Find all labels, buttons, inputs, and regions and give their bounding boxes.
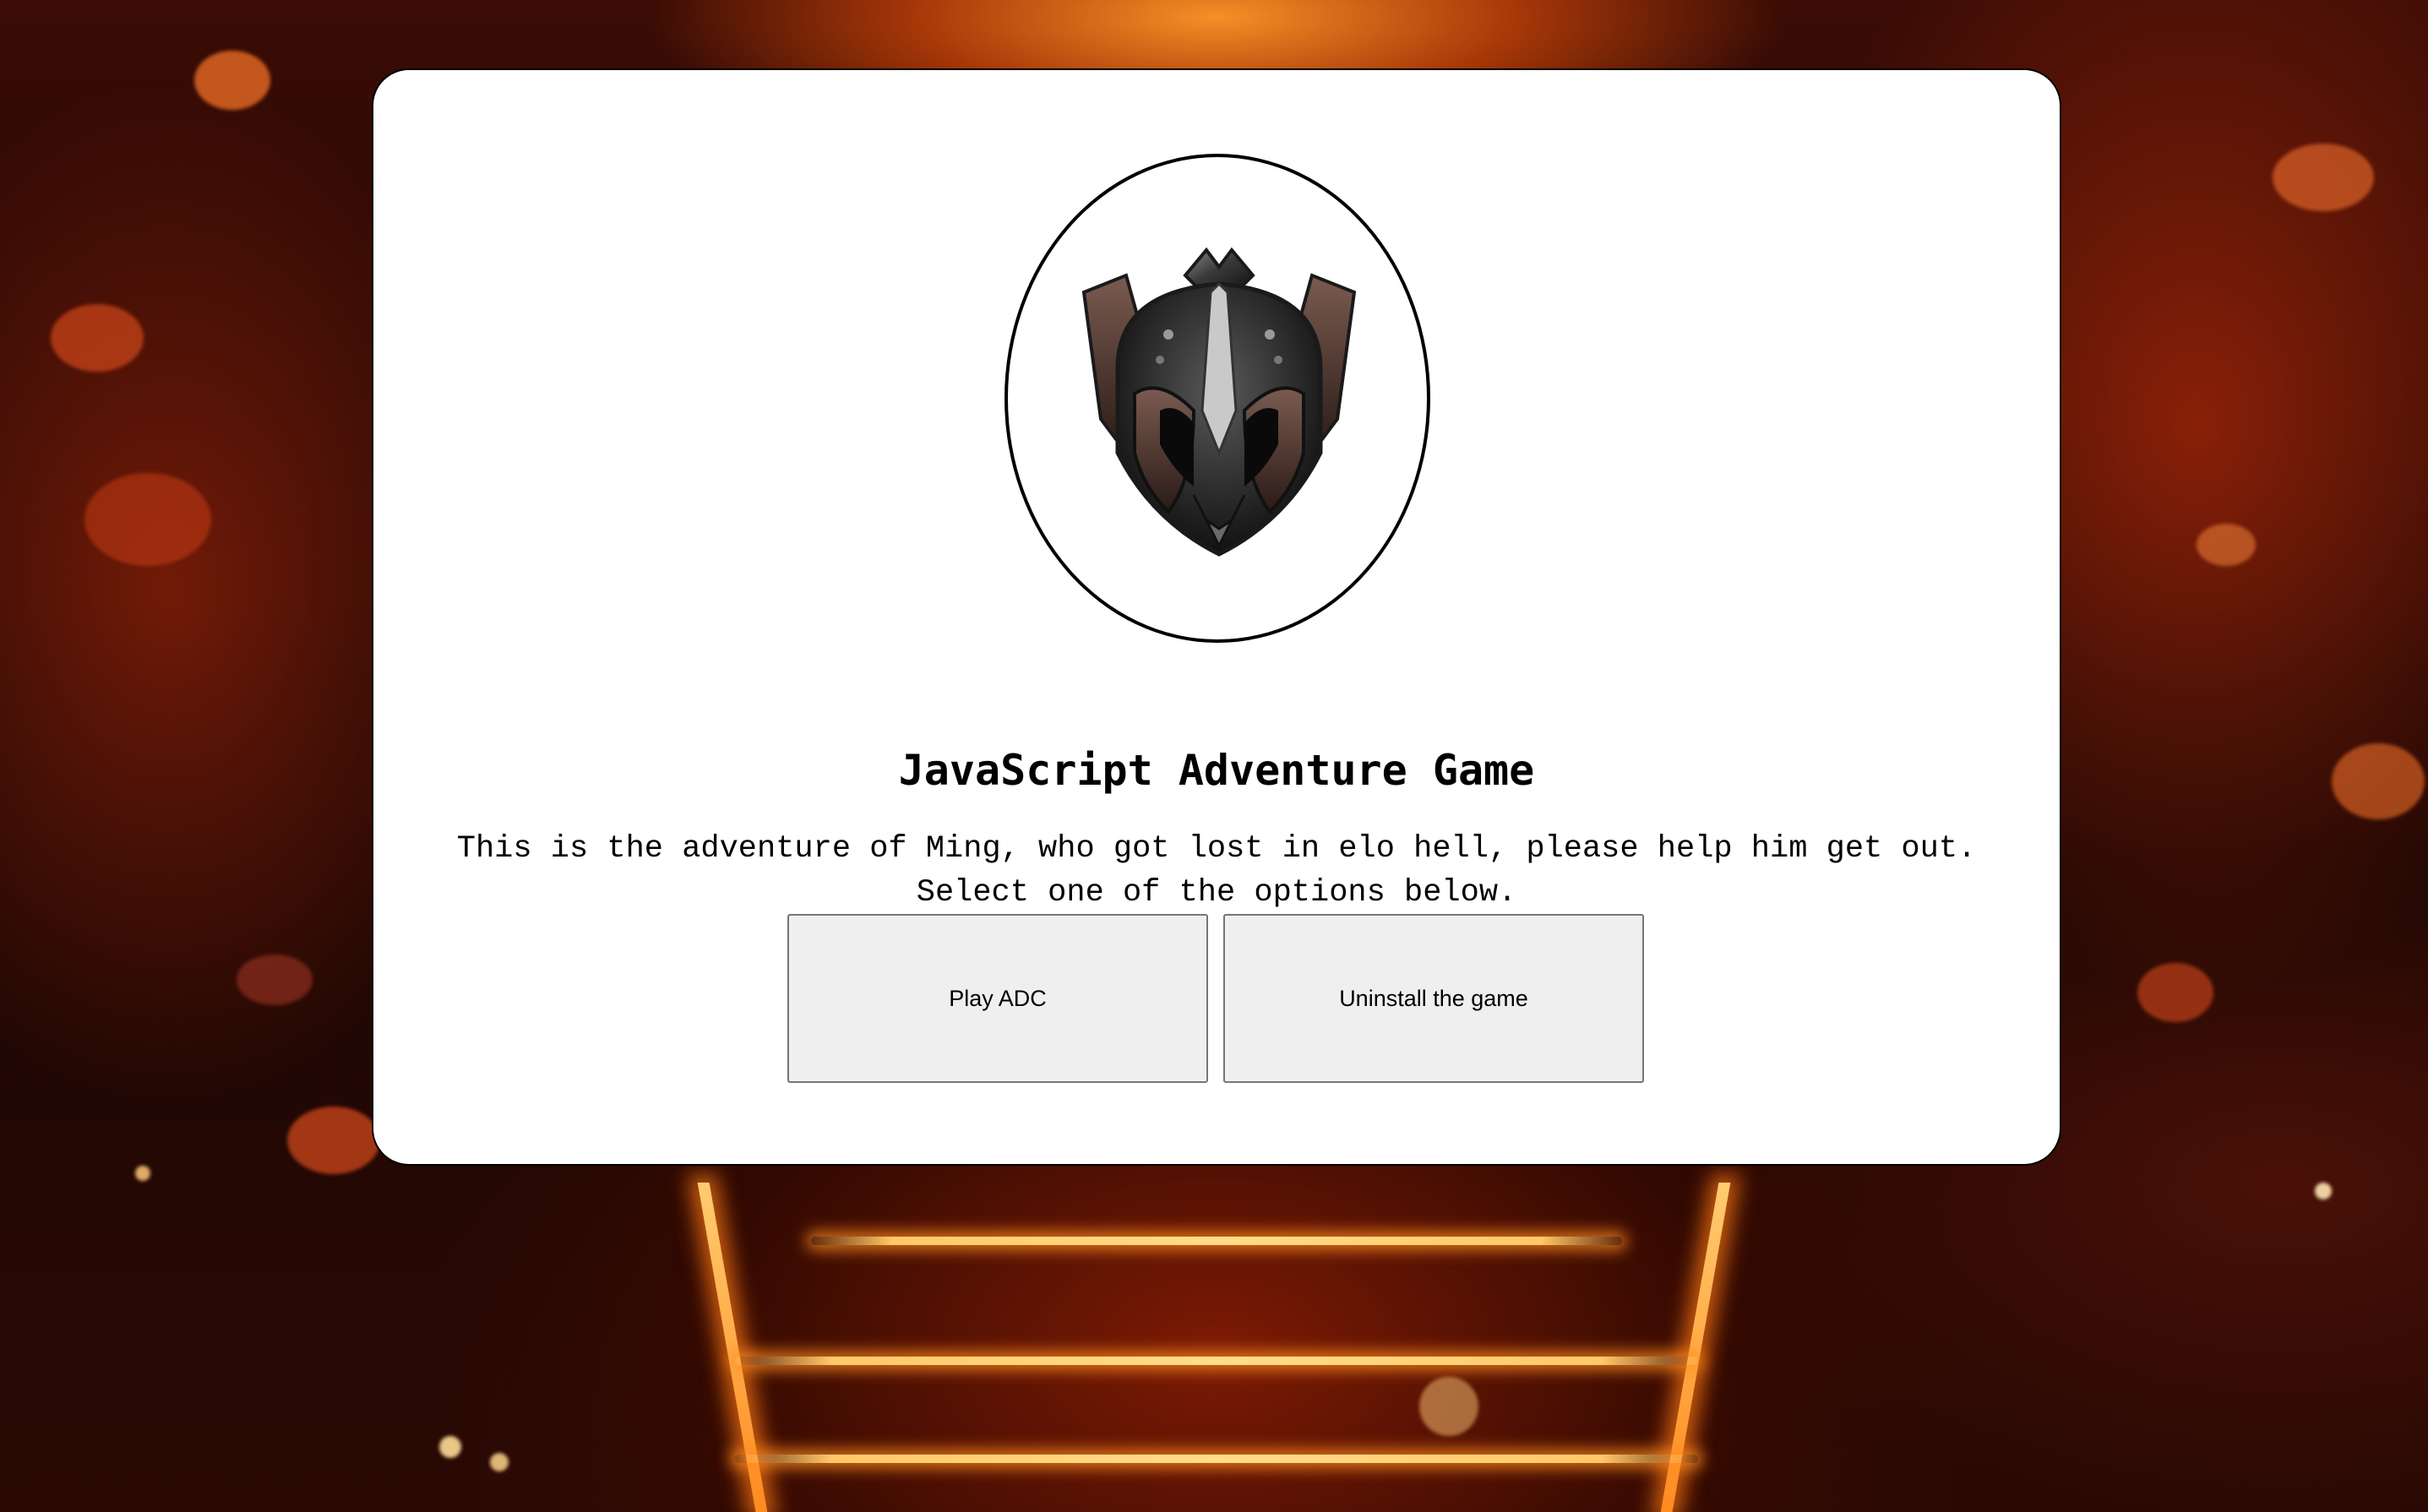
ember-particle: [2197, 524, 2256, 566]
description-line-1: This is the adventure of Ming, who got l…: [456, 831, 1977, 867]
ember-particle: [2332, 743, 2425, 819]
ember-particle: [51, 304, 144, 372]
stair-step: [735, 1357, 1698, 1365]
ember-particle: [439, 1436, 461, 1458]
uninstall-game-button[interactable]: Uninstall the game: [1223, 914, 1644, 1083]
ember-particle: [135, 1166, 150, 1181]
emblem-frame: [1004, 154, 1430, 643]
stair-step: [735, 1455, 1698, 1463]
description-line-2: Select one of the options below.: [916, 875, 1517, 911]
ember-particle: [2137, 963, 2213, 1022]
ember-particle: [287, 1107, 380, 1174]
game-card: JavaScript Adventure Game This is the ad…: [372, 68, 2061, 1166]
ember-particle: [84, 473, 211, 566]
ember-particle: [2273, 144, 2374, 211]
stair-step: [811, 1237, 1622, 1245]
game-description: This is the adventure of Ming, who got l…: [373, 827, 2060, 915]
iron-rank-helmet-emblem-icon: [1081, 247, 1357, 557]
ember-particle: [237, 955, 313, 1005]
play-adc-button[interactable]: Play ADC: [787, 914, 1208, 1083]
game-title: JavaScript Adventure Game: [898, 746, 1535, 795]
ember-particle: [490, 1453, 509, 1471]
fire-stairs: [676, 1166, 1757, 1512]
ember-particle: [194, 51, 270, 110]
ember-particle: [2315, 1183, 2332, 1199]
options-container: Play ADC Uninstall the game: [787, 914, 1649, 1083]
